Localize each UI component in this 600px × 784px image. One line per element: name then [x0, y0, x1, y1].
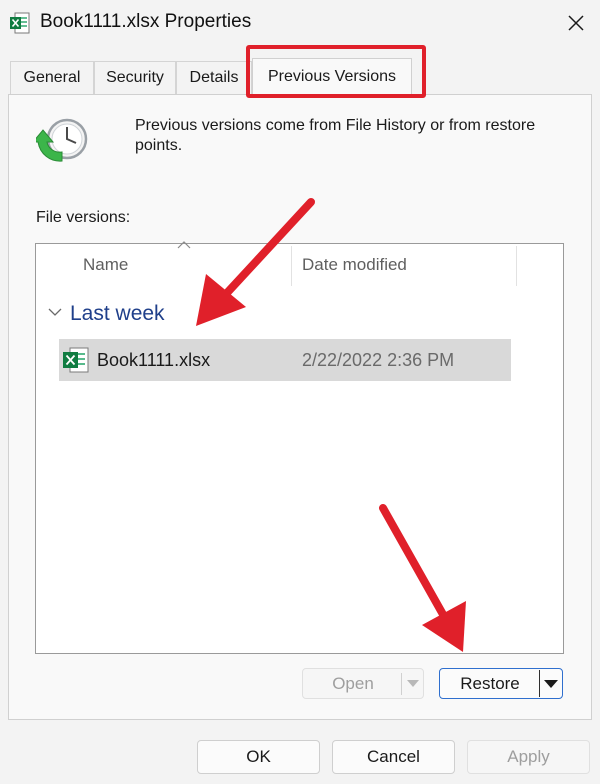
description-text: Previous versions come from File History…	[135, 117, 536, 154]
title-bar: Book1111.xlsx Properties	[0, 0, 600, 46]
restore-button-label: Restore	[460, 673, 520, 693]
file-versions-label: File versions:	[36, 209, 131, 226]
close-button[interactable]	[560, 8, 592, 38]
column-divider[interactable]	[291, 246, 292, 286]
chevron-down-icon[interactable]	[406, 679, 420, 689]
split-divider	[539, 670, 540, 697]
chevron-down-icon[interactable]	[543, 679, 559, 689]
tab-strip: General Security Details Previous Versio…	[0, 58, 600, 95]
restore-clock-icon	[36, 118, 88, 162]
cancel-button[interactable]: Cancel	[332, 740, 455, 774]
tab-details[interactable]: Details	[176, 61, 252, 94]
column-header-name[interactable]: Name	[83, 255, 128, 275]
list-item-date: 2/22/2022 2:36 PM	[302, 350, 455, 370]
column-divider[interactable]	[516, 246, 517, 286]
excel-file-icon	[63, 347, 89, 373]
open-button-label: Open	[332, 673, 374, 693]
window-title: Book1111.xlsx Properties	[40, 11, 252, 32]
sort-ascending-icon	[177, 241, 191, 249]
close-icon	[568, 15, 584, 31]
ok-button[interactable]: OK	[197, 740, 320, 774]
list-item-name: Book1111.xlsx	[97, 350, 211, 370]
split-divider	[401, 673, 402, 695]
tab-security[interactable]: Security	[94, 61, 176, 94]
tab-previous-versions[interactable]: Previous Versions	[252, 58, 412, 95]
group-header-last-week[interactable]: Last week	[70, 302, 165, 326]
excel-file-icon	[10, 12, 30, 34]
chevron-down-icon[interactable]	[48, 307, 62, 317]
column-header-date-modified[interactable]: Date modified	[302, 255, 407, 275]
apply-button[interactable]: Apply	[467, 740, 590, 774]
tab-general[interactable]: General	[10, 61, 94, 94]
